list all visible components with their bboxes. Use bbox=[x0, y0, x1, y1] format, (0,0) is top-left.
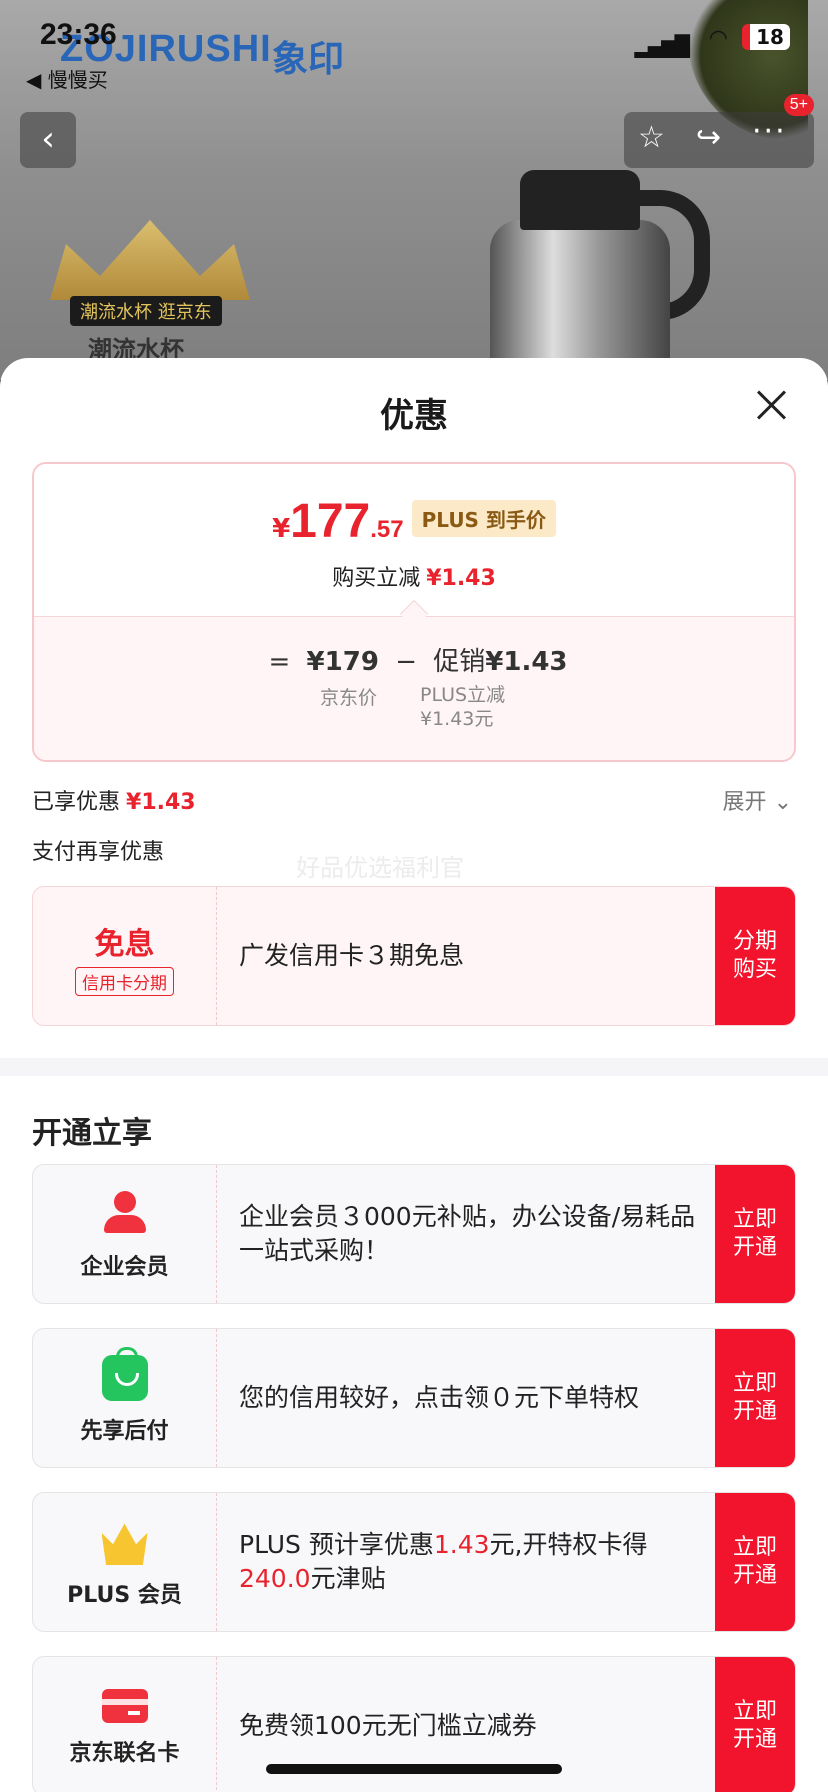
row-label: 企业会员 bbox=[80, 1255, 169, 1280]
status-time: 23:36 bbox=[40, 18, 117, 51]
share-icon[interactable]: ↪ bbox=[696, 120, 721, 155]
installment-buy-button[interactable]: 分期购买 bbox=[715, 887, 795, 1025]
shopping-bag-icon bbox=[101, 1347, 148, 1401]
watermark-text: 好品优选福利官 bbox=[296, 854, 464, 882]
kettle-product-image bbox=[480, 150, 710, 380]
row-desc: PLUS 预计享优惠1.43元,开特权卡得240.0元津贴 bbox=[239, 1530, 648, 1593]
battery-icon: 18 bbox=[742, 24, 790, 50]
open-now-button[interactable]: 立即开通 bbox=[715, 1165, 795, 1303]
row-label: PLUS 会员 bbox=[67, 1583, 182, 1608]
jd-price-value: ¥179 bbox=[306, 647, 379, 677]
crown-icon bbox=[101, 1523, 148, 1565]
home-indicator bbox=[266, 1764, 562, 1774]
plus-price-tag: PLUS 到手价 bbox=[411, 500, 556, 537]
nav-actions: ☆ ↪ ··· 5+ bbox=[624, 94, 814, 168]
credit-desc: 广发信用卡３期免息 bbox=[239, 941, 465, 970]
row-label: 先享后付 bbox=[80, 1419, 169, 1444]
open-now-button[interactable]: 立即开通 bbox=[715, 1657, 795, 1792]
price-formula: = ¥179 − 促销¥1.43 bbox=[268, 647, 568, 677]
plus-reduce-note: PLUS立减 ¥1.43元 bbox=[420, 684, 506, 730]
jd-price-label: 京东价 bbox=[320, 687, 378, 709]
product-image-background: ZOJIRUSHI 象印 潮流水杯 逛京东 潮流水杯 bbox=[0, 0, 828, 380]
enterprise-member-card[interactable]: 企业会员 企业会员３000元补贴，办公设备/易耗品一站式采购！ 立即开通 bbox=[32, 1164, 796, 1304]
chevron-left-icon: ‹ bbox=[41, 119, 55, 159]
credit-card-icon bbox=[101, 1689, 148, 1723]
section-divider bbox=[0, 1058, 828, 1076]
open-now-button[interactable]: 立即开通 bbox=[715, 1329, 795, 1467]
status-bar: 23:36 ▂▄▆█ ◠ 18 bbox=[0, 14, 828, 58]
row-desc: 您的信用较好，点击领０元下单特权 bbox=[239, 1383, 640, 1412]
interest-free-title: 免息 bbox=[94, 927, 155, 962]
wifi-icon: ◠ bbox=[708, 26, 728, 51]
enjoyed-discount: 已享优惠 ¥1.43 bbox=[32, 790, 196, 815]
plus-member-card[interactable]: PLUS 会员 PLUS 预计享优惠1.43元,开特权卡得240.0元津贴 立即… bbox=[32, 1492, 796, 1632]
open-now-button[interactable]: 立即开通 bbox=[715, 1493, 795, 1631]
row-desc: 企业会员３000元补贴，办公设备/易耗品一站式采购！ bbox=[239, 1202, 696, 1265]
credit-tag: 信用卡分期 bbox=[75, 967, 174, 996]
message-badge: 5+ bbox=[783, 94, 814, 116]
favorite-star-icon[interactable]: ☆ bbox=[638, 120, 665, 155]
pay-later-card[interactable]: 先享后付 您的信用较好，点击领０元下单特权 立即开通 bbox=[32, 1328, 796, 1468]
pay-more-title: 支付再享优惠 bbox=[32, 840, 165, 865]
expand-button[interactable]: 展开 ⌄ bbox=[723, 784, 792, 816]
credit-installment-card[interactable]: 免息 信用卡分期 广发信用卡３期免息 分期购买 bbox=[32, 886, 796, 1026]
promo-value: ¥1.43 bbox=[485, 647, 568, 677]
price-decimal: .57 bbox=[370, 516, 404, 543]
row-label: 京东联名卡 bbox=[69, 1741, 180, 1766]
back-button[interactable]: ‹ bbox=[20, 112, 76, 168]
signal-icon: ▂▄▆█ bbox=[634, 34, 690, 58]
discount-sheet: 优惠 ¥177.57 PLUS 到手价 购买立减 ¥1.43 = ¥179 − 促销… bbox=[0, 358, 828, 1792]
purchase-reduction: 购买立减 ¥1.43 bbox=[332, 566, 496, 591]
promo-crown-badge: 潮流水杯 逛京东 潮流水杯 bbox=[20, 210, 280, 364]
crown-icon bbox=[50, 220, 250, 300]
close-icon[interactable] bbox=[756, 390, 786, 420]
back-to-app-link[interactable]: ◀ 慢慢买 bbox=[26, 64, 108, 93]
promo-tag-small: 潮流水杯 逛京东 bbox=[70, 296, 222, 326]
person-icon bbox=[102, 1191, 148, 1237]
final-price: ¥177.57 PLUS 到手价 bbox=[34, 494, 794, 549]
price-card: ¥177.57 PLUS 到手价 购买立减 ¥1.43 = ¥179 − 促销¥1.… bbox=[32, 462, 796, 762]
sheet-title: 优惠 bbox=[380, 396, 448, 436]
chevron-down-icon: ⌄ bbox=[773, 790, 792, 815]
price-breakdown: = ¥179 − 促销¥1.43 京东价 PLUS立减 ¥1.43元 bbox=[34, 616, 794, 760]
price-integer: 177 bbox=[290, 495, 371, 548]
more-icon[interactable]: ··· bbox=[752, 114, 787, 149]
open-benefits-title: 开通立享 bbox=[32, 1116, 152, 1151]
